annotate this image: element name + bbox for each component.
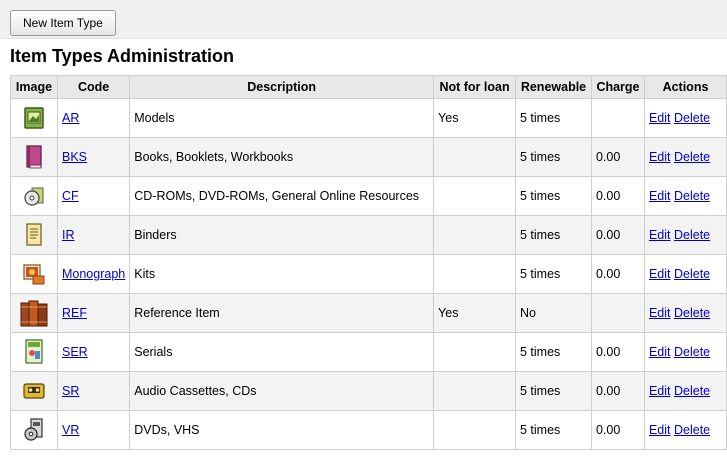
edit-link[interactable]: Edit [649,423,671,437]
renewable-value: 5 times [515,410,592,450]
item-type-description: Binders [129,215,435,255]
renewable-value: 5 times [515,215,592,255]
item-type-code-link[interactable]: BKS [62,150,87,164]
kit-icon [23,264,45,285]
item-type-code-link[interactable]: SER [62,345,88,359]
charge-value: 0.00 [590,371,645,411]
delete-link[interactable]: Delete [674,111,710,125]
column-header-charge[interactable]: Charge [590,75,645,99]
delete-link[interactable]: Delete [674,423,710,437]
item-type-description: Audio Cassettes, CDs [129,371,435,411]
charge-value: 0.00 [590,137,645,177]
item-type-code-link[interactable]: Monograph [62,267,125,281]
renewable-value: No [515,293,592,333]
not-for-loan-value: Yes [433,293,516,333]
item-type-description: Models [129,98,435,138]
edit-link[interactable]: Edit [649,267,671,281]
column-header-renewable[interactable]: Renewable [515,75,592,99]
not-for-loan-value [433,371,516,411]
table-row: SER Serials 5 times 0.00 Edit Delete [10,332,727,372]
edit-link[interactable]: Edit [649,306,671,320]
edit-link[interactable]: Edit [649,150,671,164]
item-type-code-link[interactable]: SR [62,384,79,398]
book-icon [26,145,42,169]
table-row: REF Reference Item Yes No Edit Delete [10,293,727,333]
item-type-code-link[interactable]: AR [62,111,79,125]
item-type-code-link[interactable]: REF [62,306,87,320]
not-for-loan-value [433,254,516,294]
delete-link[interactable]: Delete [674,306,710,320]
table-row: BKS Books, Booklets, Workbooks 5 times 0… [10,137,727,177]
renewable-value: 5 times [515,332,592,372]
cassette-icon [23,383,45,399]
serial-icon [25,339,43,364]
not-for-loan-value [433,410,516,450]
column-header-actions: Actions [643,75,727,99]
column-header-image[interactable]: Image [10,75,58,99]
video-icon [24,418,43,441]
item-types-table: Image Code Description Not for loan Rene… [10,75,727,450]
renewable-value: 5 times [515,371,592,411]
charge-value: 0.00 [590,176,645,216]
item-type-description: CD-ROMs, DVD-ROMs, General Online Resour… [129,176,435,216]
picture-frame-icon [24,107,44,129]
charge-value [590,293,645,333]
table-row: IR Binders 5 times 0.00 Edit Delete [10,215,727,255]
not-for-loan-value [433,215,516,255]
charge-value: 0.00 [590,254,645,294]
column-header-description[interactable]: Description [129,75,435,99]
not-for-loan-value [433,176,516,216]
item-type-description: Serials [129,332,435,372]
edit-link[interactable]: Edit [649,384,671,398]
page-title: Item Types Administration [10,46,235,66]
delete-link[interactable]: Delete [674,228,710,242]
charge-value: 0.00 [590,215,645,255]
new-item-type-button[interactable]: New Item Type [10,10,116,36]
renewable-value: 5 times [515,98,592,138]
cd-icon [24,187,44,206]
edit-link[interactable]: Edit [649,189,671,203]
item-type-description: Kits [129,254,435,294]
renewable-value: 5 times [515,137,592,177]
item-type-code-link[interactable]: CF [62,189,79,203]
column-header-not-for-loan[interactable]: Not for loan [433,75,516,99]
edit-link[interactable]: Edit [649,111,671,125]
table-row: Monograph Kits 5 times 0.00 Edit Delete [10,254,727,294]
delete-link[interactable]: Delete [674,384,710,398]
charge-value: 0.00 [590,410,645,450]
item-type-code-link[interactable]: VR [62,423,79,437]
item-type-description: DVDs, VHS [129,410,435,450]
table-row: CF CD-ROMs, DVD-ROMs, General Online Res… [10,176,727,216]
renewable-value: 5 times [515,254,592,294]
delete-link[interactable]: Delete [674,267,710,281]
table-row: AR Models Yes 5 times Edit Delete [10,98,727,138]
item-type-code-link[interactable]: IR [62,228,75,242]
charge-value: 0.00 [590,332,645,372]
charge-value [590,98,645,138]
delete-link[interactable]: Delete [674,150,710,164]
item-type-description: Reference Item [129,293,435,333]
not-for-loan-value: Yes [433,98,516,138]
edit-link[interactable]: Edit [649,345,671,359]
delete-link[interactable]: Delete [674,345,710,359]
renewable-value: 5 times [515,176,592,216]
reference-books-icon [20,300,48,327]
document-icon [26,223,42,246]
item-type-description: Books, Booklets, Workbooks [129,137,435,177]
edit-link[interactable]: Edit [649,228,671,242]
not-for-loan-value [433,332,516,372]
not-for-loan-value [433,137,516,177]
table-row: SR Audio Cassettes, CDs 5 times 0.00 Edi… [10,371,727,411]
delete-link[interactable]: Delete [674,189,710,203]
table-header-row: Image Code Description Not for loan Rene… [10,75,727,99]
toolbar: New Item Type [0,0,727,39]
table-row: VR DVDs, VHS 5 times 0.00 Edit Delete [10,410,727,450]
column-header-code[interactable]: Code [56,75,131,99]
